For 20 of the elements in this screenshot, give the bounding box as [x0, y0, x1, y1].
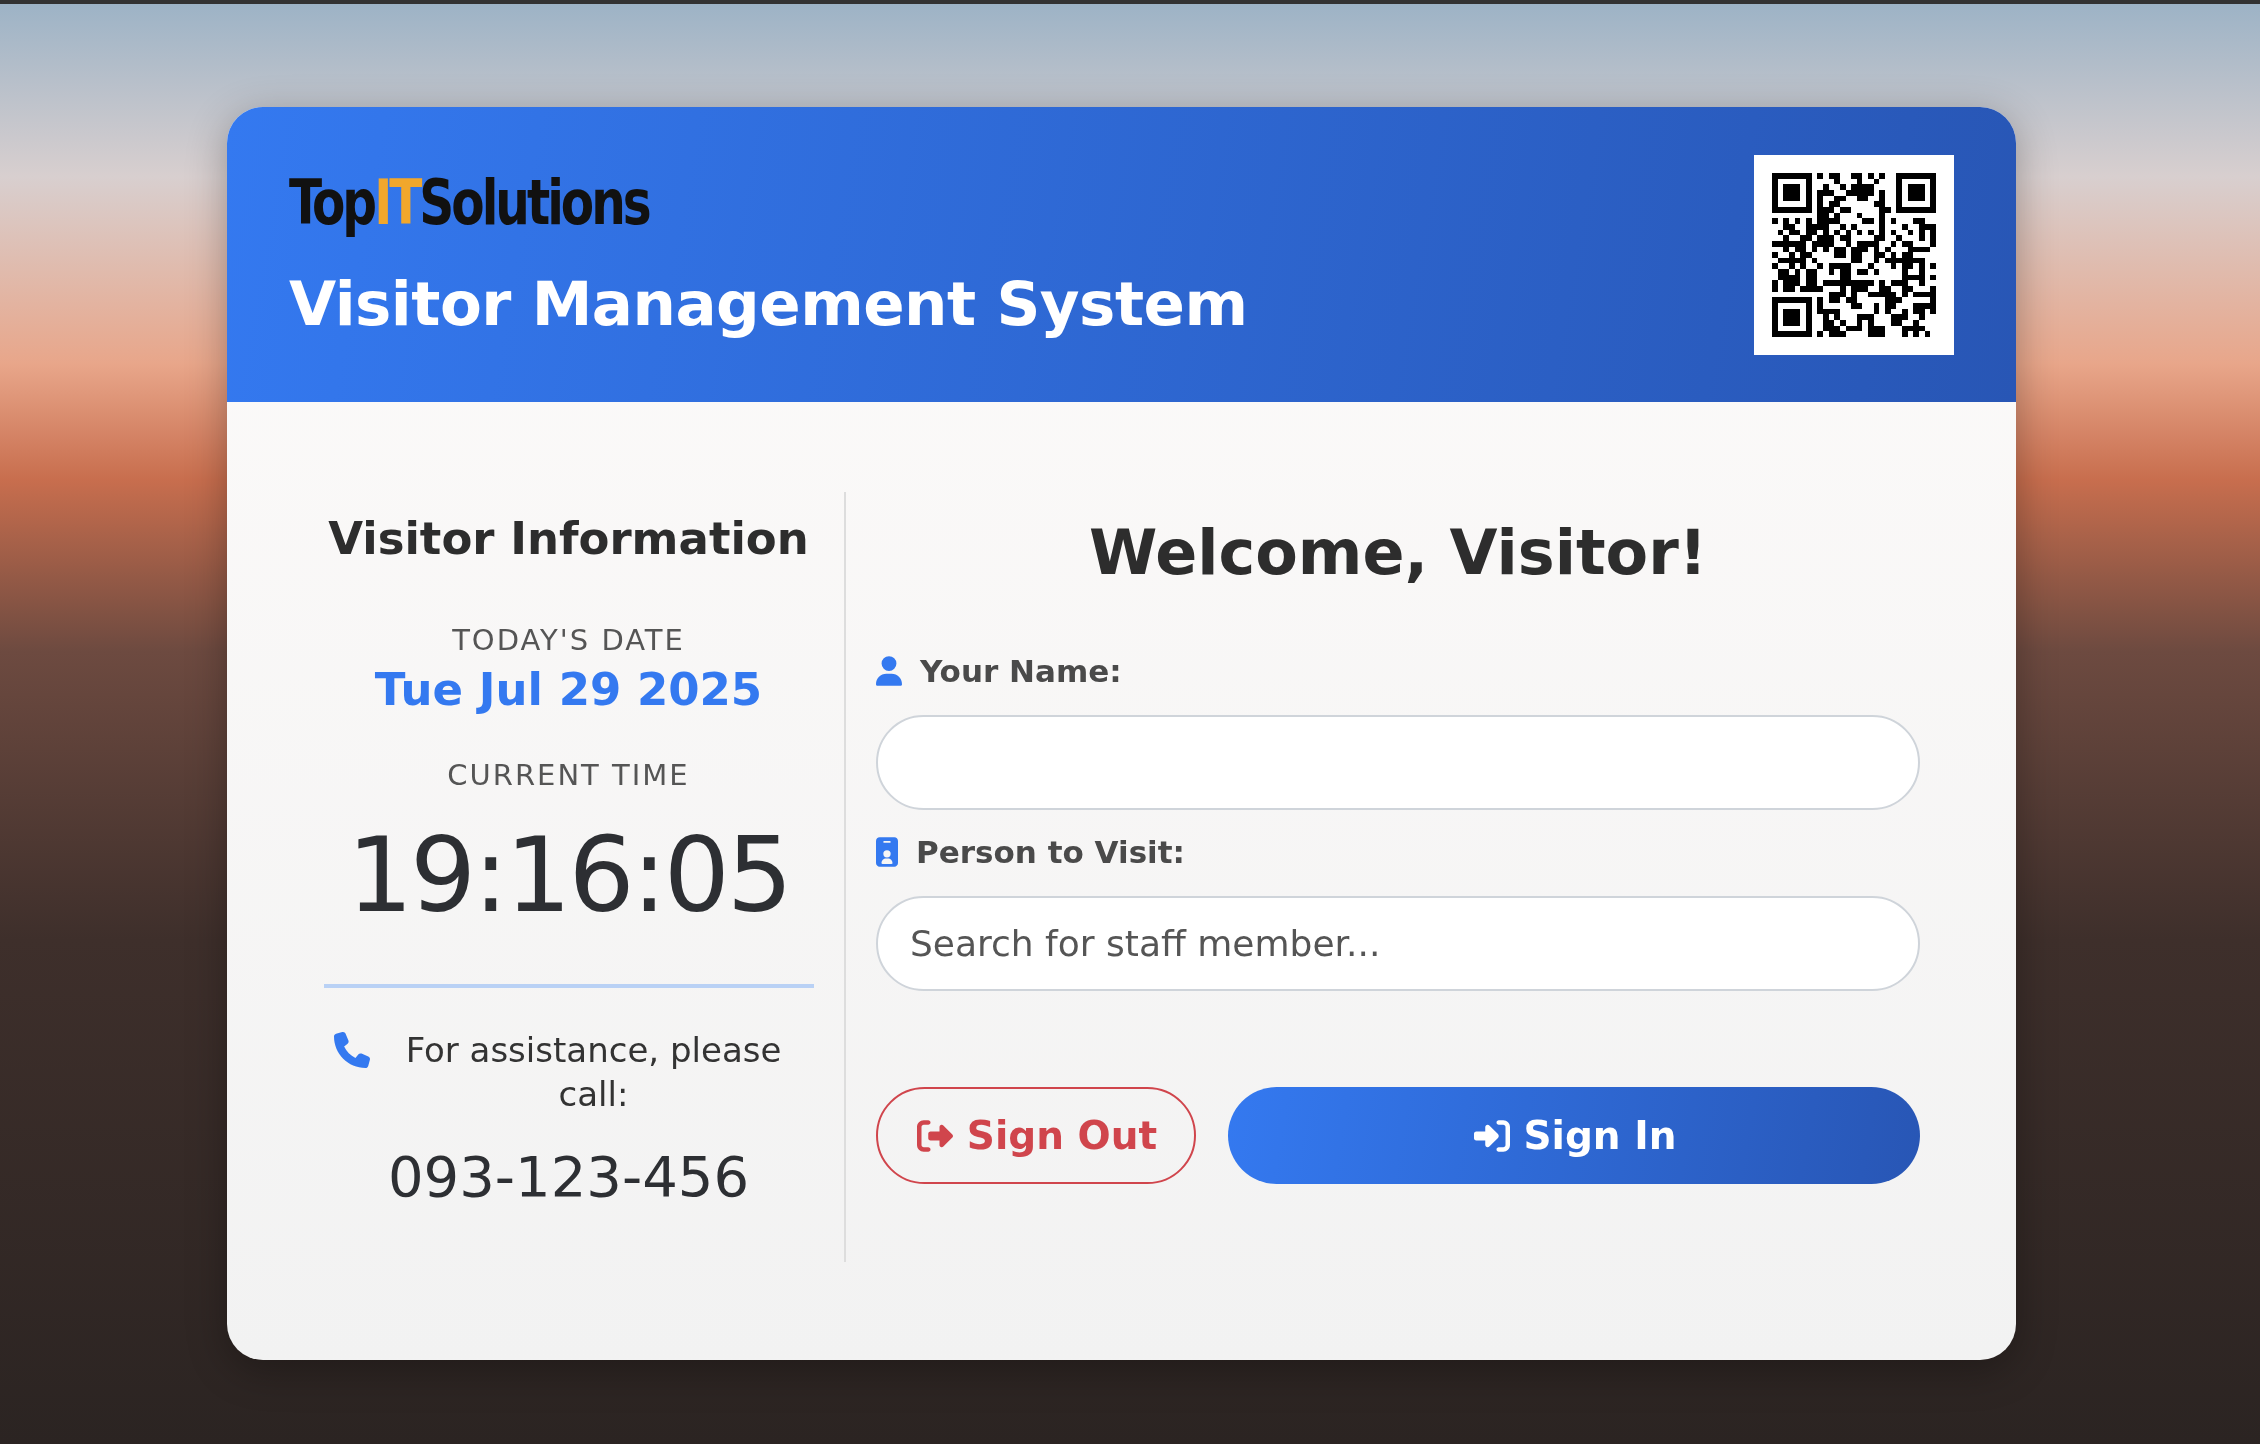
search-field[interactable]: Search for staff member... [876, 896, 1920, 991]
time-label: CURRENT TIME [447, 758, 690, 792]
sign-out-icon [914, 1117, 955, 1154]
sign-in-button[interactable]: Sign In [1228, 1087, 1920, 1184]
person-icon [876, 656, 902, 686]
sign-in-icon [1471, 1117, 1512, 1154]
field-label: Person to Visit: [916, 834, 1185, 870]
welcome-heading: Welcome, Visitor! [1088, 516, 1708, 589]
id-badge-icon [876, 837, 898, 867]
clock-time: 19:16:05 [346, 814, 791, 936]
field-label: Your Name: [920, 653, 1122, 689]
phone-number: 093-123-456 [387, 1144, 750, 1209]
date-label: TODAY'S DATE [452, 623, 685, 657]
section-heading: Visitor Information [328, 512, 809, 565]
sign-out-button[interactable]: Sign Out [876, 1087, 1196, 1184]
phone-icon [333, 1032, 370, 1068]
assistance-text: For assistance, please call: [404, 1029, 783, 1116]
logo-text: TopITSolutions [289, 165, 649, 239]
date-value: Tue Jul 29 2025 [374, 663, 763, 716]
app-title: Visitor Management System [289, 267, 1248, 339]
